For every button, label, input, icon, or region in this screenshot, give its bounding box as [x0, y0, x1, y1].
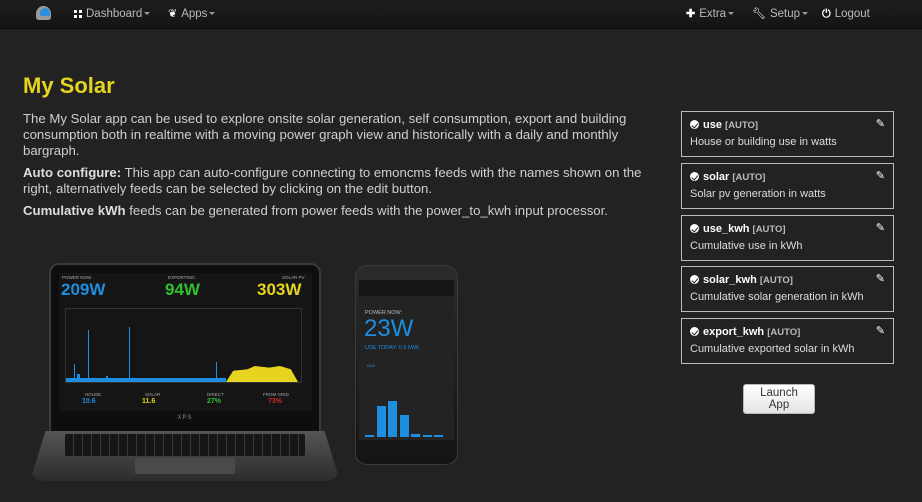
auto-tag: [AUTO]	[732, 172, 766, 183]
nav-dashboard[interactable]: Dashboard	[74, 0, 151, 28]
pencil-edit-icon[interactable]: ✎	[876, 169, 885, 182]
lp-brand: XPS	[177, 415, 193, 421]
caret-down-icon	[802, 12, 809, 16]
feed-description: House or building use in watts	[690, 136, 837, 148]
auto-tag: [AUTO]	[725, 120, 759, 131]
intro-paragraph: The My Solar app can be used to explore …	[23, 111, 627, 158]
feed-box-use-kwh: use_kwh [AUTO] Cumulative use in kWh ✎	[681, 215, 894, 261]
feed-box-export-kwh: export_kwh [AUTO] Cumulative exported so…	[681, 318, 894, 364]
nav-logout[interactable]: ⏻ Logout	[822, 0, 870, 28]
laptop-trackpad	[135, 458, 235, 474]
feed-description: Cumulative use in kWh	[690, 240, 803, 252]
page-title: My Solar	[23, 73, 115, 98]
pp-bar	[434, 435, 443, 437]
pencil-edit-icon[interactable]: ✎	[876, 272, 885, 285]
nav-extra[interactable]: ✚ Extra	[686, 0, 735, 28]
phone-topbar	[359, 280, 454, 296]
check-circle-icon	[690, 120, 699, 129]
check-circle-icon	[690, 275, 699, 284]
caret-down-icon	[728, 12, 735, 16]
feed-name: solar	[703, 171, 730, 183]
pencil-edit-icon[interactable]: ✎	[876, 221, 885, 234]
pp-bar	[399, 414, 409, 437]
lp-from-grid-label: FROM GRID	[263, 392, 289, 397]
pencil-edit-icon[interactable]: ✎	[876, 324, 885, 337]
lp-chart-solar-area	[226, 366, 298, 382]
lp-direct-label: DIRECT	[207, 392, 224, 397]
pp-bar	[411, 434, 420, 437]
lp-house: 10.6	[82, 398, 96, 405]
pencil-edit-icon[interactable]: ✎	[876, 117, 885, 130]
auto-tag: [AUTO]	[752, 224, 786, 235]
dashboard-grid-icon	[74, 10, 82, 18]
feed-box-use: use [AUTO] House or building use in watt…	[681, 111, 894, 157]
feed-box-solar-kwh: solar_kwh [AUTO] Cumulative solar genera…	[681, 266, 894, 312]
lp-chart-spike	[88, 330, 89, 382]
lp-solar-pv: 303W	[257, 280, 302, 299]
pp-bar	[365, 435, 374, 437]
pp-use-today: USE TODAY: 0.5 kWh	[365, 345, 420, 351]
feed-name: use	[703, 119, 722, 131]
nav-setup[interactable]: 🔧︎ Setup	[752, 0, 809, 28]
caret-down-icon	[209, 12, 216, 16]
top-navbar: Dashboard ❦ Apps ✚ Extra 🔧︎ Setup ⏻ Logout	[0, 0, 922, 29]
power-icon: ⏻	[822, 8, 831, 20]
check-circle-icon	[690, 172, 699, 181]
lp-power-chart	[65, 308, 302, 383]
laptop-keyboard	[65, 434, 305, 456]
lp-power-now: 209W	[61, 280, 106, 299]
plus-icon: ✚	[686, 8, 696, 20]
feed-name: export_kwh	[703, 326, 765, 338]
feed-description: Cumulative exported solar in kWh	[690, 343, 855, 355]
launch-app-button[interactable]: Launch App	[743, 384, 815, 414]
pp-bar	[376, 405, 386, 437]
leaf-icon: ❦	[168, 8, 178, 20]
feed-name: use_kwh	[703, 223, 750, 235]
pp-bar-chart	[365, 370, 447, 437]
pp-kwh-label: kWh	[367, 363, 375, 368]
auto-tag: [AUTO]	[767, 327, 801, 338]
pp-power-now: 23W	[364, 315, 414, 342]
lp-chart-base	[66, 378, 226, 382]
feed-name: solar_kwh	[703, 274, 757, 286]
pp-bar	[422, 434, 432, 437]
auto-tag: [AUTO]	[759, 275, 793, 286]
lp-exporting: 94W	[165, 280, 200, 299]
feed-description: Cumulative solar generation in kWh	[690, 291, 864, 303]
lp-from-grid: 73%	[268, 398, 283, 405]
lp-house-label: HOUSE	[85, 392, 102, 397]
check-circle-icon	[690, 224, 699, 233]
lp-chart-spike	[129, 327, 130, 382]
lp-solar-label: SOLAR	[145, 392, 161, 397]
caret-down-icon	[144, 12, 151, 16]
app-description: The My Solar app can be used to explore …	[23, 111, 653, 225]
check-circle-icon	[690, 327, 699, 336]
nav-apps[interactable]: ❦ Apps	[168, 0, 216, 28]
pp-bar	[388, 401, 397, 437]
auto-configure-paragraph: Auto configure: This app can auto-config…	[23, 165, 642, 196]
emoncms-logo-icon[interactable]	[36, 6, 51, 20]
feed-box-solar: solar [AUTO] Solar pv generation in watt…	[681, 163, 894, 209]
lp-chart-spike	[216, 362, 217, 382]
lp-direct: 27%	[207, 398, 222, 405]
cumulative-paragraph: Cumulative kWh feeds can be generated fr…	[23, 203, 608, 218]
wrench-icon: 🔧︎	[752, 8, 766, 20]
feed-description: Solar pv generation in watts	[690, 188, 826, 200]
lp-solar: 11.6	[142, 398, 156, 405]
